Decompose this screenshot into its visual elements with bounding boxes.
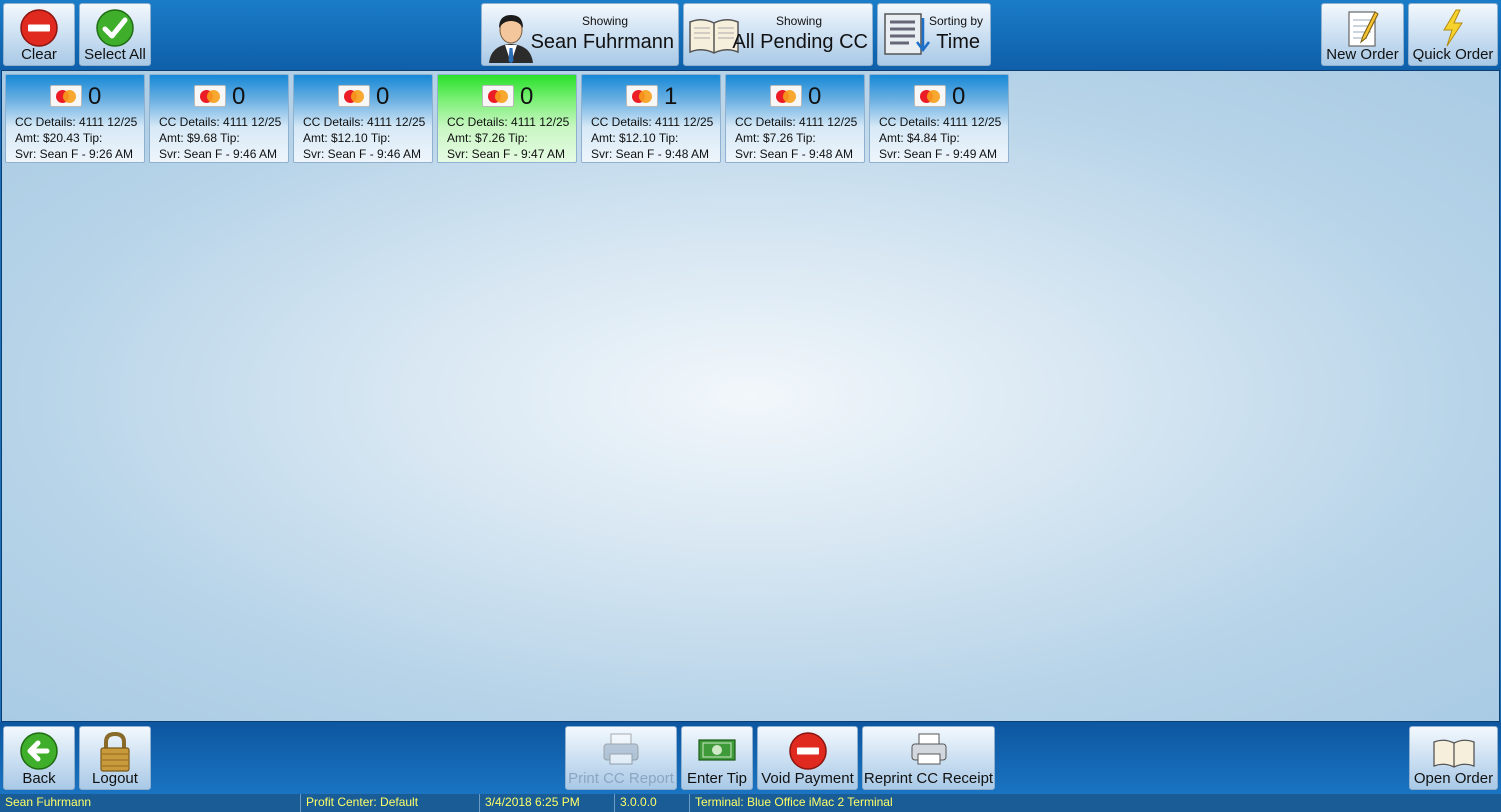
- card-cc-details: CC Details: 4111 12/25: [447, 115, 570, 129]
- select-all-button[interactable]: Select All: [79, 3, 151, 66]
- card-amount: Amt: $7.26 Tip:: [447, 131, 528, 145]
- status-bar: Sean Fuhrmann Profit Center: Default 3/4…: [0, 794, 1501, 812]
- showing-filter-button[interactable]: Showing All Pending CC: [683, 3, 873, 66]
- card-count: 0: [952, 83, 966, 110]
- card-count: 0: [232, 83, 246, 110]
- void-payment-label: Void Payment: [761, 770, 854, 787]
- void-payment-button[interactable]: Void Payment: [757, 726, 858, 790]
- card-cc-details: CC Details: 4111 12/25: [15, 115, 138, 129]
- payment-card[interactable]: 0 CC Details: 4111 12/25 Amt: $12.10 Tip: S…: [293, 74, 433, 163]
- card-count: 0: [376, 83, 390, 110]
- status-version: 3.0.0.0: [615, 794, 690, 812]
- quick-order-button[interactable]: Quick Order: [1408, 3, 1498, 66]
- mastercard-icon: [482, 85, 514, 107]
- status-datetime: 3/4/2018 6:25 PM: [480, 794, 615, 812]
- card-cc-details: CC Details: 4111 12/25: [303, 115, 426, 129]
- card-count: 0: [88, 83, 102, 110]
- reprint-printer-icon: [909, 731, 949, 771]
- card-count: 1: [664, 83, 678, 110]
- card-cc-details: CC Details: 4111 12/25: [735, 115, 858, 129]
- card-cc-details: CC Details: 4111 12/25: [159, 115, 282, 129]
- card-server: Svr: Sean F - 9:48 AM: [735, 147, 854, 161]
- new-order-label: New Order: [1326, 46, 1399, 63]
- sorting-value: Time: [936, 31, 980, 53]
- card-server: Svr: Sean F - 9:47 AM: [447, 147, 566, 161]
- showing-filter-caption: Showing: [775, 14, 823, 28]
- mastercard-icon: [914, 85, 946, 107]
- status-terminal: Terminal: Blue Office iMac 2 Terminal: [695, 795, 893, 809]
- open-order-label: Open Order: [1413, 770, 1494, 787]
- open-book-icon: [1432, 737, 1476, 773]
- back-arrow-icon: [19, 731, 59, 775]
- card-amount: Amt: $20.43 Tip:: [15, 131, 103, 145]
- card-count: 0: [808, 83, 822, 110]
- quick-order-label: Quick Order: [1412, 46, 1494, 63]
- payment-cards-area: 0 CC Details: 4111 12/25 Amt: $20.43 Tip: S…: [1, 70, 1500, 722]
- mastercard-icon: [50, 85, 82, 107]
- sorting-caption: Sorting by: [928, 14, 984, 28]
- bottom-toolbar: Back Logout Print CC Report Enter Tip Vo…: [0, 722, 1501, 794]
- back-button[interactable]: Back: [3, 726, 75, 790]
- status-user: Sean Fuhrmann: [0, 794, 301, 812]
- mastercard-icon: [338, 85, 370, 107]
- payment-card[interactable]: 1 CC Details: 4111 12/25 Amt: $12.10 Tip: S…: [581, 74, 721, 163]
- payment-card[interactable]: 0 CC Details: 4111 12/25 Amt: $4.84 Tip: Sv…: [869, 74, 1009, 163]
- back-label: Back: [22, 770, 56, 787]
- select-all-label: Select All: [84, 46, 146, 63]
- mastercard-icon: [194, 85, 226, 107]
- card-amount: Amt: $12.10 Tip:: [591, 131, 679, 145]
- card-amount: Amt: $7.26 Tip:: [735, 131, 816, 145]
- payment-card[interactable]: 0 CC Details: 4111 12/25 Amt: $20.43 Tip: S…: [5, 74, 145, 163]
- person-icon: [486, 11, 536, 67]
- card-amount: Amt: $12.10 Tip:: [303, 131, 391, 145]
- payment-card[interactable]: 0 CC Details: 4111 12/25 Amt: $7.26 Tip: Sv…: [725, 74, 865, 163]
- card-cc-details: CC Details: 4111 12/25: [591, 115, 714, 129]
- card-server: Svr: Sean F - 9:48 AM: [591, 147, 710, 161]
- card-amount: Amt: $9.68 Tip:: [159, 131, 240, 145]
- card-server: Svr: Sean F - 9:26 AM: [15, 147, 134, 161]
- showing-filter-value: All Pending CC: [732, 31, 868, 53]
- card-server: Svr: Sean F - 9:49 AM: [879, 147, 998, 161]
- showing-server-caption: Showing: [581, 14, 629, 28]
- status-profit-center: Profit Center: Default: [301, 794, 480, 812]
- printer-icon: [601, 731, 641, 771]
- mastercard-icon: [626, 85, 658, 107]
- card-server: Svr: Sean F - 9:46 AM: [303, 147, 422, 161]
- enter-tip-label: Enter Tip: [686, 770, 748, 787]
- print-cc-report-label: Print CC Report: [568, 770, 674, 787]
- showing-server-button[interactable]: Showing Sean Fuhrmann: [481, 3, 679, 66]
- print-cc-report-button[interactable]: Print CC Report: [565, 726, 677, 790]
- new-order-button[interactable]: New Order: [1321, 3, 1404, 66]
- top-toolbar: Clear Select All Showing Sean Fuhrmann S…: [0, 0, 1501, 70]
- card-amount: Amt: $4.84 Tip:: [879, 131, 960, 145]
- card-count: 0: [520, 83, 534, 110]
- clear-label: Clear: [21, 46, 57, 63]
- enter-tip-button[interactable]: Enter Tip: [681, 726, 753, 790]
- reprint-cc-receipt-label: Reprint CC Receipt: [863, 770, 994, 787]
- logout-button[interactable]: Logout: [79, 726, 151, 790]
- clear-button[interactable]: Clear: [3, 3, 75, 66]
- showing-server-value: Sean Fuhrmann: [530, 31, 674, 53]
- open-order-button[interactable]: Open Order: [1409, 726, 1498, 790]
- sorting-button[interactable]: Sorting by Time: [877, 3, 991, 66]
- mastercard-icon: [770, 85, 802, 107]
- money-icon: [697, 737, 737, 767]
- reprint-cc-receipt-button[interactable]: Reprint CC Receipt: [862, 726, 995, 790]
- payment-card[interactable]: 0 CC Details: 4111 12/25 Amt: $9.68 Tip: Sv…: [149, 74, 289, 163]
- logout-label: Logout: [92, 770, 138, 787]
- card-server: Svr: Sean F - 9:46 AM: [159, 147, 278, 161]
- card-cc-details: CC Details: 4111 12/25: [879, 115, 1002, 129]
- void-icon: [788, 731, 828, 775]
- payment-card[interactable]: 0 CC Details: 4111 12/25 Amt: $7.26 Tip: Sv…: [437, 74, 577, 163]
